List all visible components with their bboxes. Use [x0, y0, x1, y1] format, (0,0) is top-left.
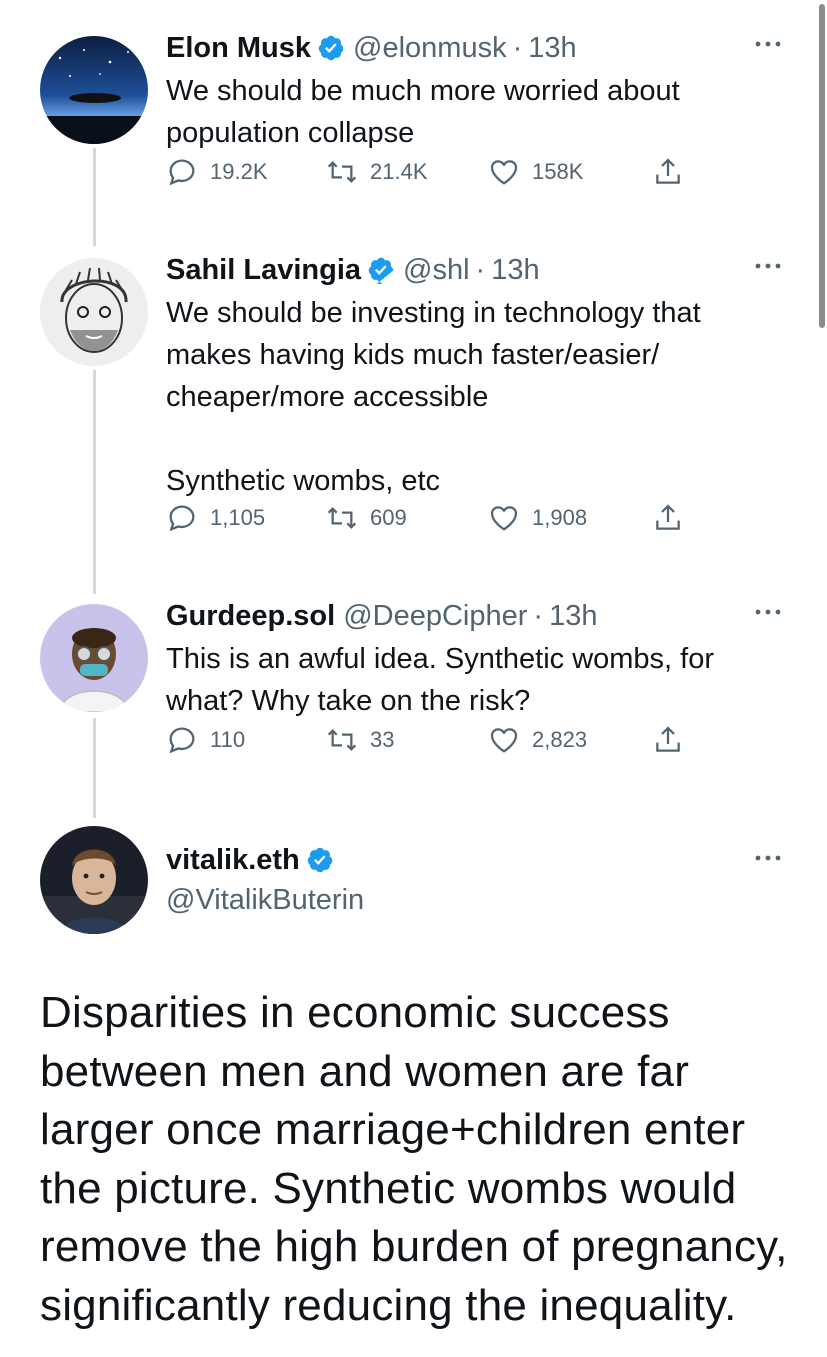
avatar[interactable]: [40, 36, 148, 144]
more-icon[interactable]: [751, 256, 785, 276]
avatar[interactable]: [40, 826, 148, 934]
reply-button[interactable]: 110: [166, 724, 245, 756]
like-button[interactable]: 1,908: [488, 502, 587, 534]
author-handle[interactable]: @shl: [403, 252, 470, 288]
main-tweet-header[interactable]: vitalik.eth @VitalikButerin: [166, 842, 787, 918]
more-icon[interactable]: [751, 602, 785, 622]
tweet[interactable]: Gurdeep.sol @DeepCipher · 13h This is an…: [166, 598, 787, 754]
separator: ·: [533, 600, 544, 632]
retweet-count: 33: [370, 727, 395, 752]
timestamp[interactable]: 13h: [549, 598, 597, 634]
retweet-button[interactable]: 21.4K: [326, 156, 428, 188]
more-icon[interactable]: [751, 848, 785, 868]
retweet-button[interactable]: 33: [326, 724, 394, 756]
reply-button[interactable]: 19.2K: [166, 156, 268, 188]
scrollbar[interactable]: [819, 4, 825, 328]
thread-line: [93, 370, 96, 594]
reply-icon: [169, 727, 195, 754]
main-tweet-text: Disparities in economic success between …: [40, 988, 788, 1330]
tweet[interactable]: Elon Musk @elonmusk · 13h We should be m…: [166, 30, 787, 186]
avatar-image: [40, 258, 148, 366]
reply-count: 110: [210, 727, 246, 752]
like-count: 158K: [532, 159, 584, 184]
share-icon: [656, 726, 680, 752]
thread-line: [93, 148, 96, 246]
share-button[interactable]: [652, 724, 696, 756]
reply-count: 1,105: [210, 505, 266, 530]
reply-button[interactable]: 1,105: [166, 502, 265, 534]
like-icon: [490, 160, 518, 185]
share-button[interactable]: [652, 502, 696, 534]
separator: ·: [512, 32, 523, 64]
reply-count: 19.2K: [210, 159, 268, 184]
avatar-image: [40, 36, 148, 144]
share-icon: [656, 504, 680, 530]
avatar-image: [40, 826, 148, 934]
author-handle[interactable]: @DeepCipher: [343, 598, 527, 634]
author-name[interactable]: Gurdeep.sol: [166, 598, 335, 634]
more-icon[interactable]: [751, 34, 785, 54]
avatar[interactable]: [40, 604, 148, 712]
avatar-image: [40, 604, 148, 712]
avatar[interactable]: [40, 258, 148, 366]
tweet-text: This is an awful idea. Synthetic wombs, …: [166, 643, 715, 717]
share-icon: [656, 158, 680, 184]
tweet-handle-row: @VitalikButerin: [166, 882, 787, 918]
thread-line: [93, 718, 96, 818]
author-handle[interactable]: @elonmusk: [353, 30, 507, 66]
retweet-count: 609: [370, 505, 407, 530]
reply-icon: [169, 159, 195, 186]
timestamp[interactable]: 13h: [528, 30, 576, 66]
like-icon: [490, 506, 518, 531]
reply-icon: [169, 505, 195, 532]
share-button[interactable]: [652, 156, 696, 188]
author-name[interactable]: Elon Musk: [166, 30, 311, 66]
author-handle[interactable]: @VitalikButerin: [166, 882, 364, 918]
tweet[interactable]: Sahil Lavingia @shl · 13h We should be i…: [166, 252, 787, 532]
retweet-icon: [327, 507, 357, 529]
retweet-icon: [327, 161, 357, 183]
like-count: 2,823: [532, 727, 588, 752]
retweet-button[interactable]: 609: [326, 502, 407, 534]
verified-badge-icon: [306, 846, 334, 874]
like-icon: [490, 728, 518, 753]
tweet-text: We should be much more worried about pop…: [166, 75, 680, 149]
tweet-header: Gurdeep.sol @DeepCipher · 13h: [166, 598, 787, 634]
tweet-header: Elon Musk @elonmusk · 13h: [166, 30, 787, 66]
retweet-icon: [327, 729, 357, 751]
like-button[interactable]: 2,823: [488, 724, 587, 756]
timestamp[interactable]: 13h: [491, 252, 539, 288]
author-name[interactable]: Sahil Lavingia: [166, 252, 361, 288]
tweet-header: Sahil Lavingia @shl · 13h: [166, 252, 787, 288]
author-name[interactable]: vitalik.eth: [166, 842, 300, 878]
like-button[interactable]: 158K: [488, 156, 583, 188]
tweet-text: We should be investing in technology tha…: [166, 297, 701, 497]
retweet-count: 21.4K: [370, 159, 428, 184]
tweet-header: vitalik.eth: [166, 842, 787, 878]
verified-badge-icon: [367, 256, 395, 284]
separator: ·: [475, 254, 486, 286]
like-count: 1,908: [532, 505, 588, 530]
verified-badge-icon: [317, 34, 345, 62]
